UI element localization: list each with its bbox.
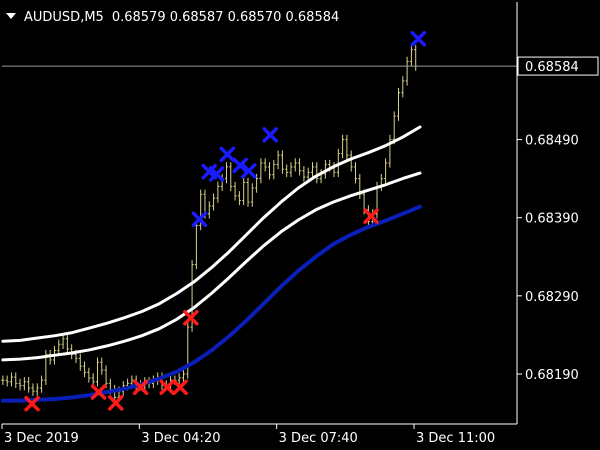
x-axis: 3 Dec 2019 3 Dec 04:20 3 Dec 07:40 3 Dec 11… — [1, 423, 517, 446]
current-price-label: 0.68584 — [525, 60, 579, 75]
symbol-dropdown-icon[interactable] — [6, 13, 16, 19]
x-tick-label: 3 Dec 04:20 — [141, 431, 220, 446]
y-axis: 0.68490 0.68390 0.68290 0.68190 0.68584 — [516, 2, 599, 424]
chart-title: AUDUSD,M5 0.68579 0.68587 0.68570 0.68584 — [24, 10, 339, 25]
y-tick-label: 0.68390 — [525, 212, 579, 227]
ohlc-values: 0.68579 0.68587 0.68570 0.68584 — [112, 10, 339, 25]
upper-band-line — [1, 125, 422, 343]
sell-signal-marker — [191, 211, 208, 228]
y-tick-label: 0.68190 — [525, 368, 579, 383]
buy-signal-marker — [363, 208, 379, 224]
sell-signal-marker — [219, 146, 236, 163]
sell-signal-marker — [262, 127, 278, 143]
buy-signal-marker — [107, 395, 124, 411]
chart-root: 0.68490 0.68390 0.68290 0.68190 0.68584 3 De… — [0, 0, 600, 450]
price-chart: 0.68490 0.68390 0.68290 0.68190 0.68584 3 De… — [0, 2, 599, 446]
lower-band-line — [0, 204, 422, 403]
sell-signal-marker — [410, 30, 427, 47]
symbol-label: AUDUSD,M5 — [24, 10, 104, 25]
buy-signal-marker — [183, 309, 199, 326]
y-tick-label: 0.68290 — [525, 290, 579, 305]
y-tick-label: 0.68490 — [525, 134, 579, 149]
x-tick-label: 3 Dec 2019 — [4, 431, 79, 446]
x-tick-label: 3 Dec 07:40 — [279, 431, 358, 446]
x-tick-label: 3 Dec 11:00 — [416, 431, 495, 446]
buy-signal-marker — [159, 379, 175, 396]
plot-area — [0, 30, 517, 412]
buy-signal-marker — [172, 379, 188, 396]
chart-title-group: AUDUSD,M5 0.68579 0.68587 0.68570 0.68584 — [6, 10, 339, 25]
